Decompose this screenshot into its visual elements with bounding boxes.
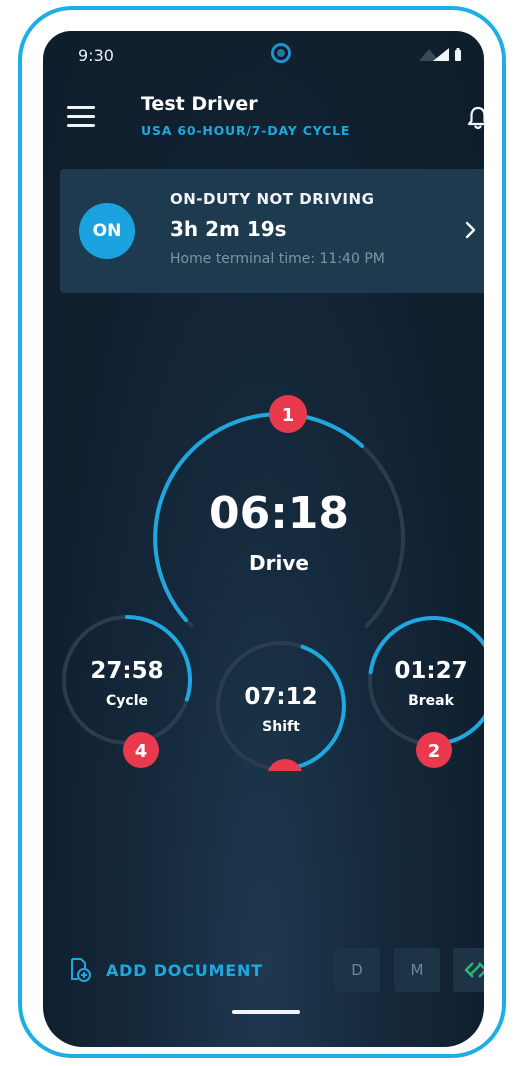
status-icons	[419, 48, 461, 61]
shift-label: Shift	[262, 719, 300, 735]
cycle-time: 27:58	[90, 658, 163, 684]
cycle-rule: USA 60-HOUR/7-DAY CYCLE	[141, 123, 351, 138]
break-marker-number: 2	[428, 741, 441, 762]
shift-time: 07:12	[244, 684, 317, 710]
home-indicator	[232, 1010, 300, 1014]
add-document-button[interactable]: ADD DOCUMENT	[68, 955, 263, 985]
hos-clocks: 06:18 Drive 1 27:58 Cycle 4 07:12 Shift …	[62, 395, 484, 771]
drive-marker-number: 1	[282, 405, 295, 426]
bell-icon[interactable]	[467, 105, 484, 131]
cycle-clock[interactable]: 27:58 Cycle 4	[62, 615, 192, 768]
battery-icon	[455, 50, 461, 61]
break-time: 01:27	[394, 658, 467, 684]
menu-icon[interactable]	[67, 106, 95, 128]
driver-name: Test Driver	[141, 93, 258, 115]
drive-time: 06:18	[209, 488, 349, 539]
connection-icon	[464, 962, 484, 978]
drive-label: Drive	[249, 551, 309, 575]
status-time: 9:30	[78, 46, 114, 65]
shift-marker-number: 3	[279, 768, 292, 771]
duty-status-card[interactable]: ON ON-DUTY NOT DRIVING 3h 2m 19s Home te…	[60, 169, 484, 293]
drive-clock[interactable]: 06:18 Drive 1	[153, 395, 405, 628]
break-label: Break	[408, 693, 455, 709]
duty-status-badge: ON	[79, 203, 135, 259]
home-terminal-time: Home terminal time: 11:40 PM	[170, 251, 385, 267]
cycle-label: Cycle	[106, 693, 148, 709]
chevron-right-icon	[465, 221, 476, 239]
camera-icon	[271, 43, 291, 63]
break-clock[interactable]: 01:27 Break 2	[368, 615, 484, 768]
duty-status-duration: 3h 2m 19s	[170, 217, 287, 241]
mode-m-button[interactable]: M	[394, 948, 440, 992]
shift-clock[interactable]: 07:12 Shift 3	[216, 641, 346, 771]
phone-screen: 9:30 Test Driver USA 60-HOUR/7-DAY CYCLE…	[43, 31, 484, 1047]
add-document-label: ADD DOCUMENT	[106, 960, 263, 980]
duty-status-title: ON-DUTY NOT DRIVING	[170, 190, 375, 208]
mode-d-button[interactable]: D	[334, 948, 380, 992]
cycle-marker-number: 4	[135, 741, 148, 762]
add-document-icon	[71, 958, 91, 982]
connection-button[interactable]	[453, 948, 484, 992]
